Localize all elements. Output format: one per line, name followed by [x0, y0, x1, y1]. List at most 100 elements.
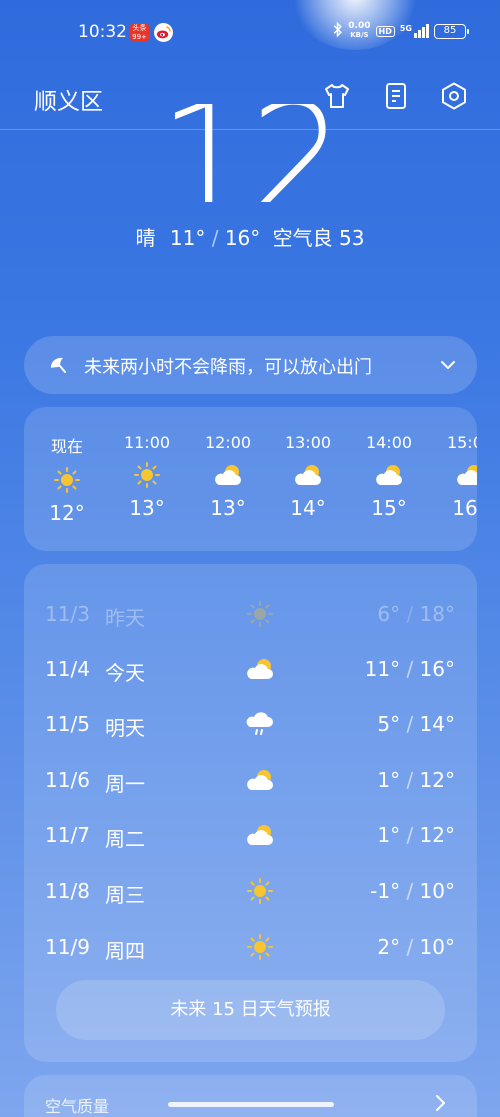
- daily-separator: /: [406, 657, 414, 681]
- daily-low: 1°: [377, 768, 401, 792]
- rain-notice-card[interactable]: 未来两小时不会降雨，可以放心出门: [24, 336, 477, 394]
- daily-date: 11/8: [45, 879, 90, 903]
- daily-separator: /: [406, 602, 414, 626]
- daily-range: 5° / 14°: [377, 712, 455, 736]
- air-quality-summary[interactable]: 空气良 53: [273, 226, 365, 250]
- network-speed: 0.00 KB/S: [348, 22, 370, 40]
- current-condition: 晴: [135, 226, 156, 250]
- rain-cloud-icon: [244, 708, 276, 740]
- sun-icon: [27, 465, 107, 495]
- hourly-temp: 12°: [49, 501, 85, 525]
- daily-row[interactable]: 11/7 周二 1° / 12°: [24, 815, 477, 855]
- daily-range: 1° / 12°: [377, 768, 455, 792]
- daily-range: -1° / 10°: [370, 879, 455, 903]
- net-speed-value: 0.00: [348, 21, 371, 31]
- net-speed-unit: KB/S: [350, 31, 369, 39]
- daily-high: 14°: [419, 712, 455, 736]
- daily-day: 明天: [105, 716, 145, 740]
- partly-cloudy-icon: [268, 460, 348, 490]
- daily-low: -1°: [370, 879, 401, 903]
- hourly-temp: 15°: [371, 496, 407, 520]
- daily-row[interactable]: 11/6 周一 1° / 12°: [24, 760, 477, 800]
- daily-date: 11/9: [45, 935, 90, 959]
- hd-badge: HD: [375, 25, 395, 37]
- sun-icon: [244, 931, 276, 963]
- partly-cloudy-icon: [188, 460, 268, 490]
- hourly-time: 13:00: [284, 433, 332, 452]
- daily-separator: /: [406, 935, 414, 959]
- toutiao-app-icon: 头条 99+: [130, 23, 149, 42]
- daily-high: 12°: [419, 823, 455, 847]
- daily-row[interactable]: 11/5 明天 5° / 14°: [24, 704, 477, 744]
- signal-5g-icon: 5G: [400, 24, 429, 38]
- chevron-right-icon[interactable]: [433, 1093, 447, 1117]
- current-temperature: 12: [0, 104, 500, 202]
- hourly-item: 14:00 15°: [349, 433, 429, 520]
- hourly-forecast[interactable]: 现在 12° 11:00 13° 12:00 13° 13:00 14° 14:…: [24, 407, 477, 551]
- hourly-temp: 13°: [210, 496, 246, 520]
- sun-icon: [244, 875, 276, 907]
- partly-cloudy-icon: [244, 819, 276, 851]
- daily-day: 周四: [105, 939, 145, 963]
- rain-notice-text: 未来两小时不会降雨，可以放心出门: [84, 357, 372, 378]
- daily-date: 11/3: [45, 602, 90, 626]
- sun-icon: [244, 598, 276, 630]
- daily-low: 1°: [377, 823, 401, 847]
- chevron-down-icon[interactable]: [439, 356, 457, 378]
- daily-high: 12°: [419, 768, 455, 792]
- daily-forecast: 11/3 昨天 6° / 18° 11/4 今天 11° / 16° 11/5 …: [24, 564, 477, 1062]
- hourly-time: 现在: [50, 437, 83, 456]
- daily-date: 11/6: [45, 768, 90, 792]
- hourly-temp: 13°: [129, 496, 165, 520]
- daily-low: 2°: [377, 935, 401, 959]
- partly-cloudy-icon: [349, 460, 429, 490]
- partly-cloudy-icon: [244, 653, 276, 685]
- hourly-time: 12:00: [204, 433, 252, 452]
- daily-low: 6°: [377, 602, 401, 626]
- daily-separator: /: [406, 712, 414, 736]
- daily-day: 周二: [105, 827, 145, 851]
- signal-label: 5G: [399, 24, 412, 33]
- status-time: 10:32: [78, 22, 127, 42]
- hourly-time: 15:00: [446, 433, 477, 452]
- daily-row[interactable]: 11/9 周四 2° / 10°: [24, 927, 477, 967]
- daily-low: 5°: [377, 712, 401, 736]
- status-bar: 10:32 头条 99+ 0.00 KB/S HD 5G 85: [0, 0, 500, 64]
- bluetooth-icon: [333, 21, 343, 40]
- partly-cloudy-icon: [430, 460, 477, 490]
- daily-day: 周三: [105, 883, 145, 907]
- hourly-temp: 14°: [290, 496, 326, 520]
- partly-cloudy-icon: [244, 764, 276, 796]
- daily-low: 11°: [364, 657, 401, 681]
- daily-row[interactable]: 11/3 昨天 6° / 18°: [24, 594, 477, 634]
- daily-date: 11/7: [45, 823, 90, 847]
- air-quality-label: 空气质量: [45, 1097, 110, 1116]
- air-quality-card[interactable]: 空气质量: [24, 1075, 477, 1117]
- daily-row[interactable]: 11/8 周三 -1° / 10°: [24, 871, 477, 911]
- daily-high: 10°: [419, 879, 455, 903]
- hourly-item: 现在 12°: [27, 433, 107, 525]
- hourly-item: 12:00 13°: [188, 433, 268, 520]
- hourly-temp: 16°: [452, 496, 477, 520]
- hourly-item: 15:00 16°: [430, 433, 477, 520]
- home-indicator[interactable]: [168, 1102, 334, 1107]
- daily-row[interactable]: 11/4 今天 11° / 16°: [24, 649, 477, 689]
- weibo-app-icon: [154, 23, 173, 42]
- status-indicators: 0.00 KB/S HD 5G 85: [333, 21, 469, 40]
- hourly-item: 13:00 14°: [268, 433, 348, 520]
- daily-separator: /: [406, 823, 414, 847]
- current-temperature-value: 12: [158, 104, 346, 202]
- current-summary: 晴 11° / 16° 空气良 53: [0, 222, 500, 251]
- temp-separator: /: [211, 226, 219, 250]
- hourly-time: 14:00: [365, 433, 413, 452]
- daily-range: 1° / 12°: [377, 823, 455, 847]
- sun-icon: [107, 460, 187, 490]
- 15-day-forecast-button[interactable]: 未来 15 日天气预报: [56, 980, 445, 1040]
- daily-high: 10°: [419, 935, 455, 959]
- daily-separator: /: [406, 879, 414, 903]
- battery-indicator: 85: [434, 23, 469, 39]
- daily-high: 16°: [419, 657, 455, 681]
- daily-range: 2° / 10°: [377, 935, 455, 959]
- daily-day: 今天: [105, 661, 145, 685]
- daily-date: 11/4: [45, 657, 90, 681]
